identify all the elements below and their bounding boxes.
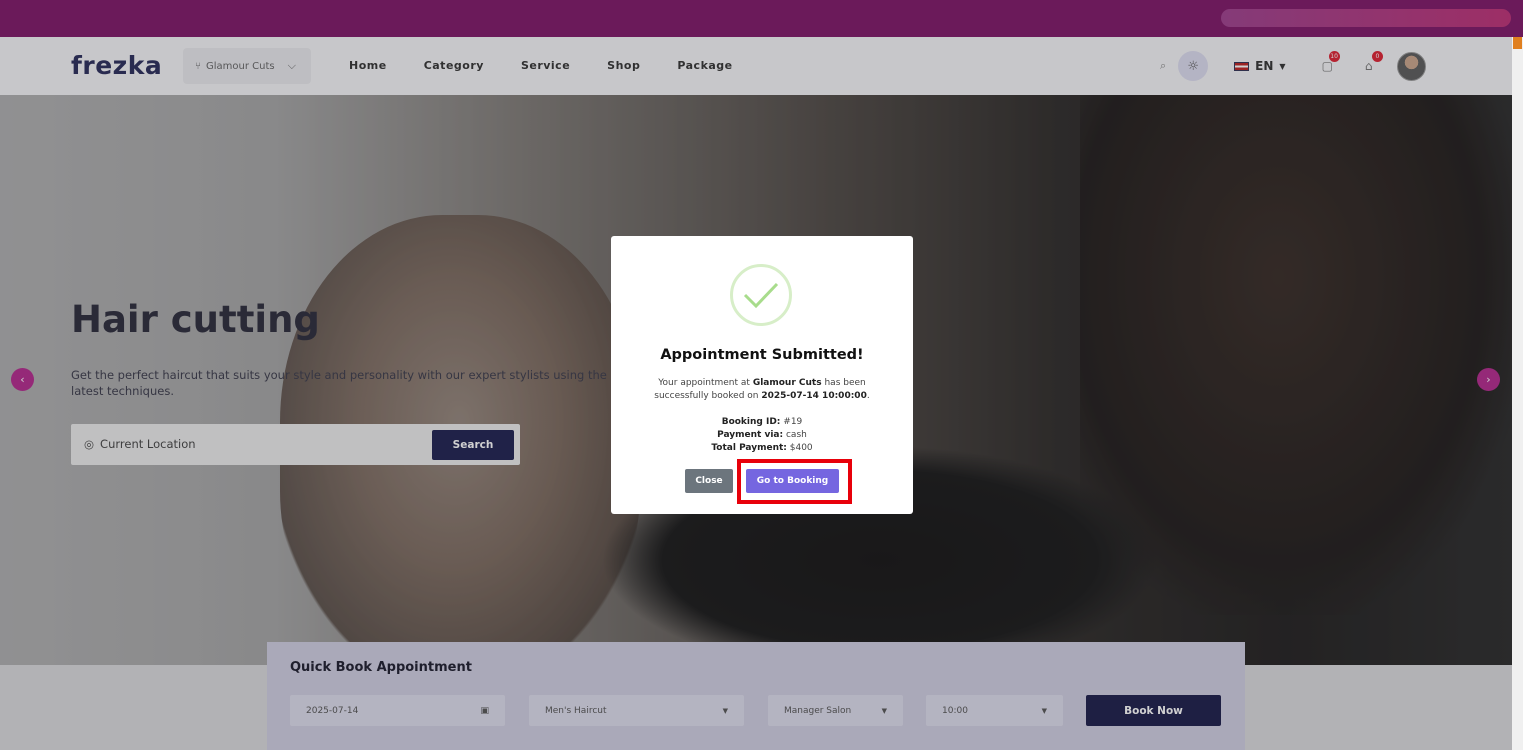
booking-id-label: Booking ID: [721,417,781,427]
total-label: Total Payment: [711,443,787,453]
promo-bar [0,0,1523,37]
modal-message: Your appointment at Glamour Cuts has bee… [654,378,870,401]
total-row: Total Payment: $400 [611,442,913,455]
modal-title: Appointment Submitted! [660,347,864,363]
msg-datetime: 2025-07-14 10:00:00 [761,391,867,401]
payment-value: cash [785,430,807,440]
promo-pill [1221,9,1511,27]
payment-row: Payment via: cash [611,429,913,442]
highlight-box [737,459,852,504]
booking-details: Booking ID: #19 Payment via: cash Total … [611,416,913,455]
msg-prefix: Your appointment at [658,378,750,388]
booking-id-row: Booking ID: #19 [611,416,913,429]
success-check-icon [730,264,792,326]
booking-id-value: #19 [783,417,803,427]
msg-salon: Glamour Cuts [752,378,822,388]
scrollbar-thumb[interactable] [1513,37,1522,49]
payment-label: Payment via: [717,430,784,440]
close-button[interactable]: Close [685,469,733,493]
scrollbar[interactable] [1512,37,1523,750]
total-value: $400 [789,443,813,453]
